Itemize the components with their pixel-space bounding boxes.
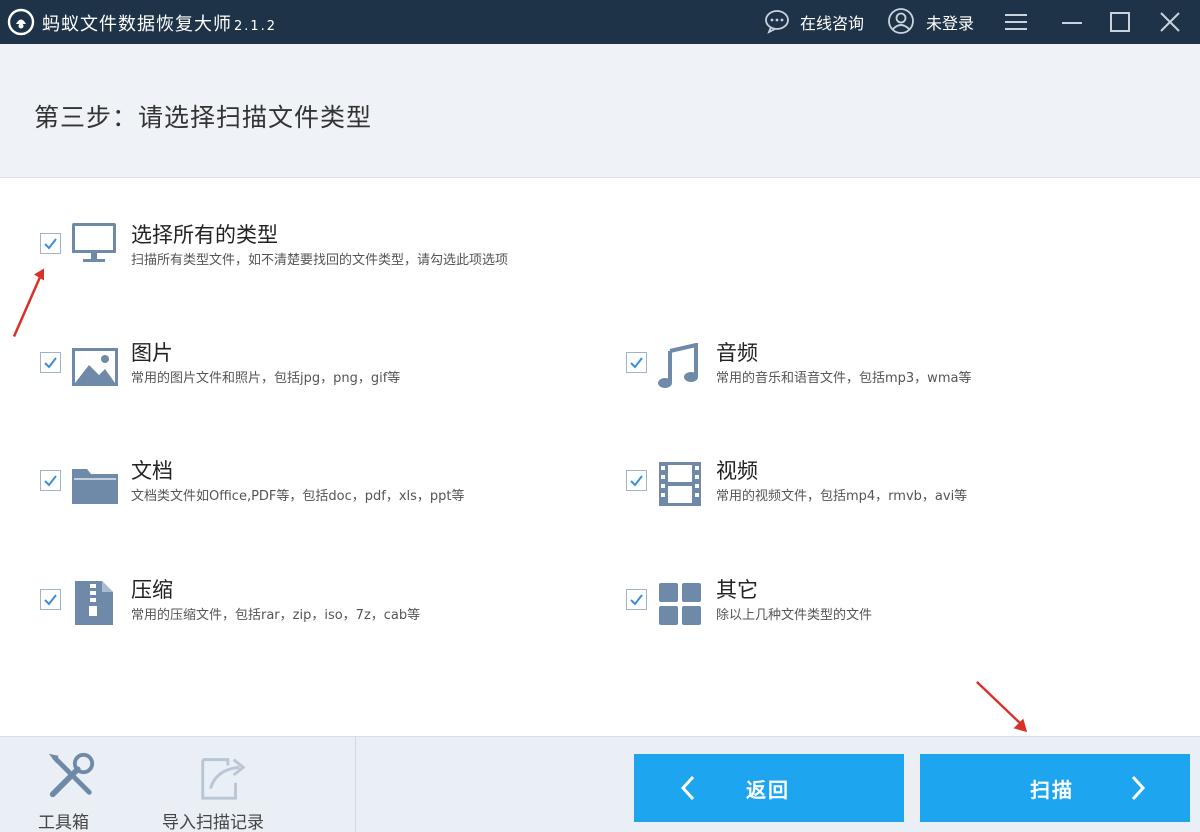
option-description: 常用的视频文件，包括mp4，rmvb，avi等 <box>716 489 968 504</box>
checkmark-icon <box>44 594 57 606</box>
annotation-arrow-icon <box>12 268 44 338</box>
checkmark-icon <box>44 238 57 250</box>
maximize-icon[interactable] <box>1106 8 1134 36</box>
chat-icon[interactable] <box>762 6 792 36</box>
option-description: 常用的压缩文件，包括rar，zip，iso，7z，cab等 <box>131 608 421 623</box>
checkmark-icon <box>630 594 643 606</box>
folder-icon <box>72 469 118 504</box>
option-all-types[interactable]: 选择所有的类型 扫描所有类型文件，如不清楚要找回的文件类型，请勾选此项选项 <box>0 215 700 275</box>
zip-file-icon <box>75 581 113 625</box>
chevron-left-icon <box>680 775 695 801</box>
annotation-arrow-icon <box>976 680 1028 733</box>
option-label: 压缩 <box>131 578 173 602</box>
app-window: 蚂蚁文件数据恢复大师 2.1.2 在线咨询 未登录 第三步：请选择扫描文件类型 … <box>0 0 1200 832</box>
film-icon <box>659 462 701 506</box>
login-status-link[interactable]: 未登录 <box>926 10 974 34</box>
checkbox-compressed[interactable] <box>40 589 61 610</box>
step-header: 第三步：请选择扫描文件类型 <box>0 44 1200 178</box>
import-scan-record-button[interactable]: 导入扫描记录 <box>158 746 288 832</box>
app-title: 蚂蚁文件数据恢复大师 2.1.2 <box>42 10 277 36</box>
menu-icon[interactable] <box>1002 8 1030 36</box>
minimize-icon[interactable] <box>1058 8 1086 36</box>
option-document[interactable]: 文档 文档类文件如Office,PDF等，包括doc，pdf，xls，ppt等 <box>0 451 580 511</box>
import-file-icon <box>201 758 246 800</box>
monitor-icon <box>72 223 116 262</box>
toolbar-divider <box>355 736 356 832</box>
back-button[interactable]: 返回 <box>634 754 904 822</box>
toolbox-button[interactable]: 工具箱 <box>20 746 120 832</box>
option-description: 常用的音乐和语音文件，包括mp3，wma等 <box>716 371 972 386</box>
option-description: 扫描所有类型文件，如不清楚要找回的文件类型，请勾选此项选项 <box>131 253 509 268</box>
option-video[interactable]: 视频 常用的视频文件，包括mp4，rmvb，avi等 <box>590 451 1190 511</box>
option-label: 图片 <box>131 341 173 365</box>
scan-button[interactable]: 扫描 <box>920 754 1190 822</box>
checkmark-icon <box>630 357 643 369</box>
online-consult-link[interactable]: 在线咨询 <box>800 10 864 34</box>
option-description: 常用的图片文件和照片，包括jpg，png，gif等 <box>131 371 401 386</box>
option-other[interactable]: 其它 除以上几种文件类型的文件 <box>590 570 1190 630</box>
checkmark-icon <box>630 475 643 487</box>
option-label: 其它 <box>716 578 758 602</box>
app-version: 2.1.2 <box>234 19 278 34</box>
option-label: 文档 <box>131 459 173 483</box>
image-icon <box>72 348 118 386</box>
option-label: 选择所有的类型 <box>131 223 278 247</box>
checkbox-all-types[interactable] <box>40 233 61 254</box>
option-compressed[interactable]: 压缩 常用的压缩文件，包括rar，zip，iso，7z，cab等 <box>0 570 580 630</box>
option-image[interactable]: 图片 常用的图片文件和照片，包括jpg，png，gif等 <box>0 333 580 393</box>
option-description: 文档类文件如Office,PDF等，包括doc，pdf，xls，ppt等 <box>131 489 465 504</box>
checkmark-icon <box>44 475 57 487</box>
title-bar: 蚂蚁文件数据恢复大师 2.1.2 在线咨询 未登录 <box>0 0 1200 44</box>
checkbox-image[interactable] <box>40 352 61 373</box>
chevron-right-icon <box>1131 775 1146 801</box>
checkmark-icon <box>44 357 57 369</box>
option-audio[interactable]: 音频 常用的音乐和语音文件，包括mp3，wma等 <box>590 333 1190 393</box>
checkbox-document[interactable] <box>40 470 61 491</box>
option-description: 除以上几种文件类型的文件 <box>716 608 873 623</box>
grid-icon <box>659 583 701 625</box>
option-label: 音频 <box>716 341 758 365</box>
close-icon[interactable] <box>1156 8 1184 36</box>
app-name: 蚂蚁文件数据恢复大师 <box>42 14 232 35</box>
app-logo-icon <box>7 8 35 36</box>
music-note-icon <box>658 343 698 388</box>
toolbox-label: 工具箱 <box>38 813 89 832</box>
checkbox-video[interactable] <box>626 470 647 491</box>
option-label: 视频 <box>716 459 758 483</box>
back-button-label: 返回 <box>746 778 790 802</box>
checkbox-other[interactable] <box>626 589 647 610</box>
import-scan-record-label: 导入扫描记录 <box>162 813 264 832</box>
checkbox-audio[interactable] <box>626 352 647 373</box>
scan-button-label: 扫描 <box>1030 778 1074 802</box>
page-title: 第三步：请选择扫描文件类型 <box>34 103 373 132</box>
tools-icon <box>48 752 95 798</box>
user-avatar-icon[interactable] <box>886 6 916 36</box>
